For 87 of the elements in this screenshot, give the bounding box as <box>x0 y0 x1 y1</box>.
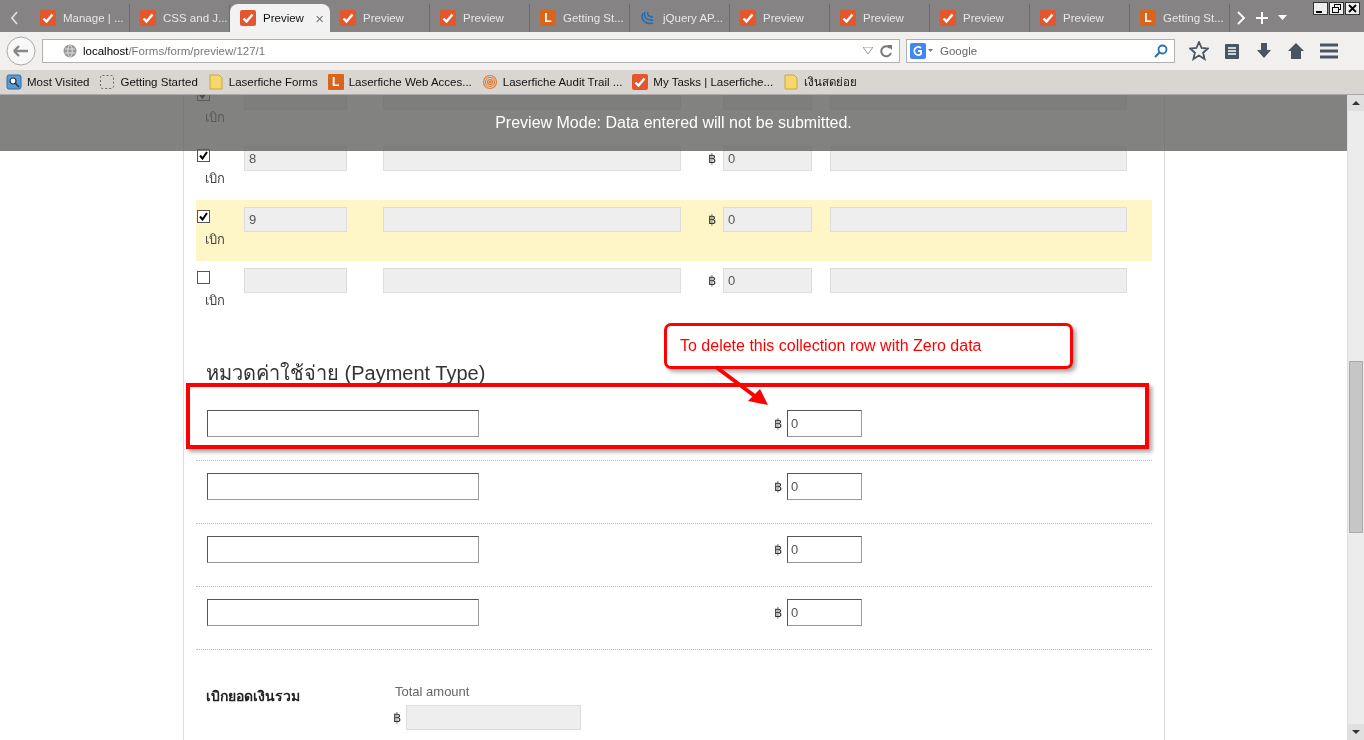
total-field[interactable] <box>406 705 581 730</box>
chevron-right-icon[interactable] <box>1236 11 1246 25</box>
field-label: เบิกยอดเงินรวม <box>206 687 301 706</box>
magnifier-icon <box>6 74 22 90</box>
bookmark[interactable]: L Laserfiche Web Acces... <box>327 74 472 90</box>
reload-icon[interactable] <box>879 44 893 58</box>
number-field[interactable]: 9 <box>244 207 347 232</box>
search-icon[interactable] <box>1154 44 1168 58</box>
number-field[interactable] <box>244 268 347 293</box>
checkmark-icon <box>940 10 956 26</box>
search-box[interactable]: Google <box>906 39 1175 63</box>
bookmark[interactable]: Getting Started <box>99 74 198 90</box>
text-field[interactable] <box>207 599 479 626</box>
checkmark-icon <box>840 10 856 26</box>
scrollbar[interactable] <box>1347 95 1364 740</box>
globe-icon <box>63 44 77 58</box>
checkbox-label: เบิก <box>205 231 225 249</box>
callout-box: To delete this collection row with Zero data <box>664 323 1073 369</box>
letter-icon: L <box>327 74 344 90</box>
checkmark-icon <box>440 10 456 26</box>
bookmark[interactable]: Laserfiche Audit Trail ... <box>481 74 623 90</box>
letter-icon: L <box>540 10 556 26</box>
checkbox[interactable] <box>197 271 210 284</box>
plus-icon[interactable] <box>1256 12 1268 24</box>
checkmark-icon <box>140 10 156 26</box>
dashed-square-icon <box>99 74 116 90</box>
text-field[interactable] <box>207 410 479 437</box>
bookmark[interactable]: Most Visited <box>6 74 90 90</box>
currency-symbol: ฿ <box>774 541 782 559</box>
download-icon[interactable] <box>1255 42 1273 60</box>
currency-symbol: ฿ <box>708 272 717 290</box>
dropdown-icon[interactable] <box>1278 15 1287 21</box>
home-icon[interactable] <box>1287 42 1305 60</box>
folder-icon <box>207 74 224 90</box>
checkmark-icon <box>340 10 356 26</box>
checkmark-icon <box>740 10 756 26</box>
checkmark-icon <box>1040 10 1056 26</box>
checkmark-icon <box>240 10 256 26</box>
amount-field[interactable]: 0 <box>787 473 862 500</box>
restore-icon[interactable] <box>1329 2 1344 15</box>
checkmark-icon <box>199 151 208 160</box>
amount-field[interactable]: 0 <box>787 599 862 626</box>
close-tab-button[interactable]: × <box>315 9 324 27</box>
menu-icon[interactable] <box>1319 42 1339 60</box>
bookmark[interactable]: Laserfiche Forms <box>207 74 318 90</box>
back-button[interactable] <box>6 36 36 66</box>
fingerprint-icon <box>481 74 498 90</box>
dropdown-icon[interactable] <box>863 47 873 55</box>
description-field[interactable] <box>383 207 681 232</box>
scroll-down-icon[interactable] <box>1348 724 1364 740</box>
currency-symbol: ฿ <box>708 150 717 168</box>
checkmark-icon <box>199 212 208 221</box>
swirl-icon <box>640 10 656 26</box>
bookmark[interactable]: My Tasks | Laserfiche... <box>632 74 774 90</box>
search-field[interactable]: Google <box>938 44 1150 58</box>
amount-field[interactable]: 0 <box>723 207 812 232</box>
currency-symbol: ฿ <box>708 211 717 229</box>
bookmark[interactable]: เงินสดย่อย <box>783 73 858 91</box>
scroll-thumb[interactable] <box>1349 361 1363 533</box>
folder-icon <box>783 74 800 90</box>
text-field[interactable] <box>207 473 479 500</box>
star-icon[interactable] <box>1189 41 1209 61</box>
currency-symbol: ฿ <box>774 604 782 622</box>
section-heading: หมวดค่าใช้จ่าย (Payment Type) <box>205 361 486 386</box>
description-field[interactable] <box>383 268 681 293</box>
amount-field[interactable]: 0 <box>787 536 862 563</box>
field-label: Total amount <box>395 684 471 699</box>
browser-tab[interactable]: Preview × <box>230 4 330 32</box>
checkmark-icon <box>632 74 649 90</box>
checkmark-icon <box>40 10 56 26</box>
checkbox-label: เบิก <box>205 170 225 188</box>
url-text: localhost/Forms/form/preview/127/1 <box>83 45 266 57</box>
checkbox[interactable] <box>197 210 210 223</box>
checkbox-label: เบิก <box>205 292 225 310</box>
text-field[interactable] <box>207 536 479 563</box>
letter-icon: L <box>1140 10 1156 26</box>
amount-field[interactable]: 0 <box>787 410 862 437</box>
scroll-up-icon[interactable] <box>1348 95 1364 111</box>
currency-symbol: ฿ <box>393 709 401 727</box>
close-icon[interactable] <box>1345 2 1360 15</box>
google-icon[interactable] <box>910 43 934 59</box>
address-bar[interactable]: localhost/Forms/form/preview/127/1 <box>42 39 900 63</box>
clipboard-icon[interactable] <box>1223 42 1241 60</box>
currency-symbol: ฿ <box>774 478 782 496</box>
amount-field[interactable]: 0 <box>723 268 812 293</box>
minimize-icon[interactable] <box>1313 2 1328 15</box>
currency-symbol: ฿ <box>774 415 782 433</box>
